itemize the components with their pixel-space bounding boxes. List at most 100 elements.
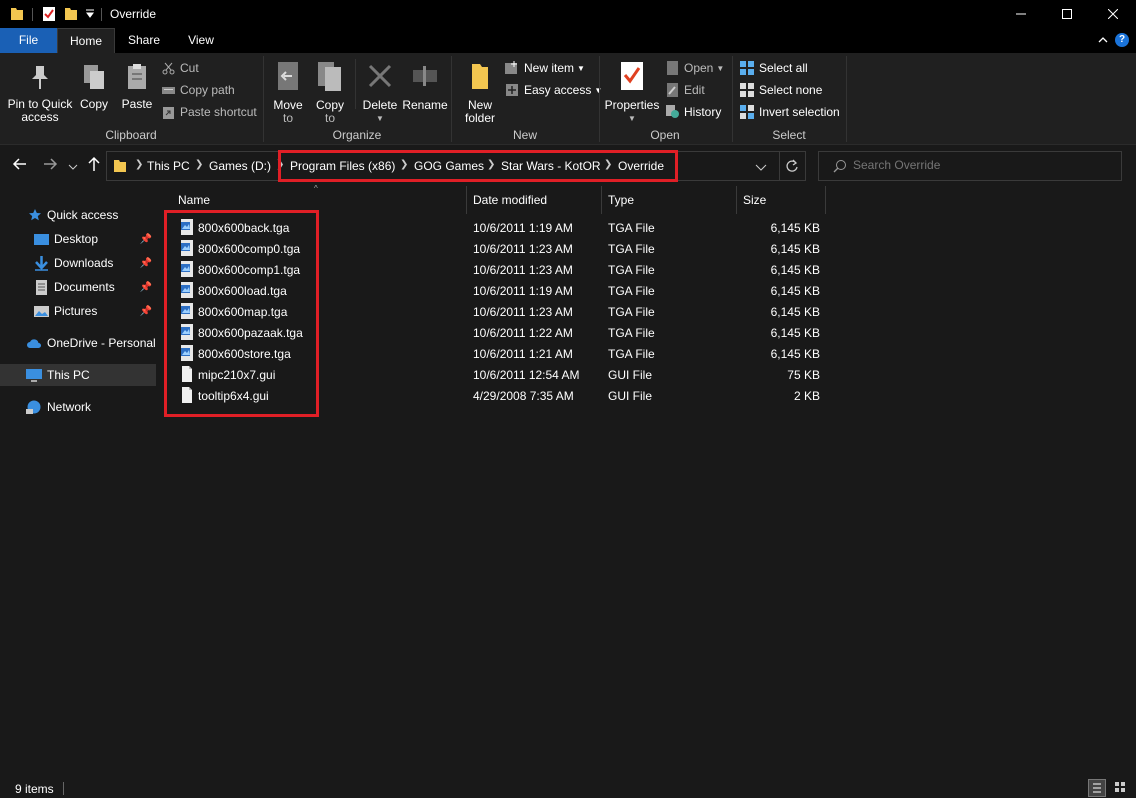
breadcrumb-games-drive[interactable]: Games (D:) xyxy=(209,159,271,173)
select-all-label: Select all xyxy=(759,61,808,75)
nav-documents-label: Documents xyxy=(54,280,115,294)
copy-path-icon xyxy=(162,86,175,94)
file-type: TGA File xyxy=(608,242,655,256)
properties-quick-icon[interactable] xyxy=(42,6,56,22)
easy-access-button[interactable]: Easy access▼ xyxy=(505,81,602,99)
nav-desktop[interactable]: Desktop 📌 xyxy=(0,228,156,250)
search-input[interactable] xyxy=(853,158,1103,172)
new-folder-button[interactable]: New folder xyxy=(459,62,501,125)
column-header-type[interactable]: Type xyxy=(602,186,736,214)
select-none-label: Select none xyxy=(759,83,823,97)
delete-dropdown-icon[interactable]: ▼ xyxy=(361,112,399,125)
pin-icon[interactable]: 📌 xyxy=(140,306,152,317)
pin-icon[interactable]: 📌 xyxy=(140,282,152,293)
maximize-button[interactable] xyxy=(1044,0,1090,28)
cut-label: Cut xyxy=(180,61,199,75)
chevron-down-icon xyxy=(755,164,767,171)
nav-desktop-label: Desktop xyxy=(54,232,99,246)
title-separator xyxy=(32,8,33,21)
file-size: 6,145 KB xyxy=(770,221,820,235)
new-group-label: New xyxy=(512,128,537,142)
file-date: 10/6/2011 1:23 AM xyxy=(473,263,573,277)
open-button[interactable]: Open ▼ xyxy=(666,59,724,77)
copy-to-button[interactable]: Copy to xyxy=(312,60,348,125)
paste-shortcut-icon xyxy=(163,106,174,119)
customize-toolbar-icon[interactable] xyxy=(85,9,95,19)
close-button[interactable] xyxy=(1090,0,1136,28)
invert-selection-button[interactable]: Invert selection xyxy=(740,103,840,121)
group-separator xyxy=(355,59,356,109)
file-size: 75 KB xyxy=(787,368,820,382)
new-folder-quick-icon[interactable] xyxy=(64,6,78,22)
minimize-button[interactable] xyxy=(998,0,1044,28)
move-to-button[interactable]: Move to xyxy=(270,60,306,125)
details-view-button[interactable] xyxy=(1088,779,1106,797)
history-icon xyxy=(666,105,679,118)
invert-selection-icon xyxy=(740,105,754,119)
file-type: TGA File xyxy=(608,347,655,361)
item-count: 9 items xyxy=(15,782,54,796)
open-icon xyxy=(667,61,678,75)
back-button[interactable] xyxy=(12,156,28,177)
status-bar: 9 items xyxy=(0,777,1136,798)
chevron-up-icon[interactable] xyxy=(1098,34,1108,48)
paste-shortcut-button[interactable]: Paste shortcut xyxy=(162,103,257,121)
nav-quick-access[interactable]: Quick access xyxy=(0,204,156,226)
file-date: 10/6/2011 1:22 AM xyxy=(473,326,573,340)
new-folder-label-2: folder xyxy=(464,111,496,125)
properties-button[interactable]: Properties ▼ xyxy=(604,60,660,125)
tab-home[interactable]: Home xyxy=(57,28,115,53)
pin-icon[interactable]: 📌 xyxy=(140,234,152,245)
column-header-size[interactable]: Size xyxy=(737,186,825,214)
select-group-label: Select xyxy=(772,128,806,142)
breadcrumb-this-pc[interactable]: This PC xyxy=(147,159,190,173)
nav-this-pc[interactable]: This PC xyxy=(0,364,156,386)
refresh-button[interactable] xyxy=(785,159,799,176)
delete-button[interactable]: Delete ▼ xyxy=(361,60,399,125)
breadcrumb-chevron-icon[interactable]: ❯ xyxy=(195,159,203,170)
file-size: 6,145 KB xyxy=(770,305,820,319)
breadcrumb-chevron-icon[interactable]: ❯ xyxy=(135,159,143,170)
history-button[interactable]: History xyxy=(666,103,721,121)
copy-button[interactable]: Copy xyxy=(77,63,111,111)
select-all-button[interactable]: Select all xyxy=(740,59,808,77)
copy-icon xyxy=(84,65,104,89)
tab-view[interactable]: View xyxy=(173,28,229,53)
forward-button[interactable] xyxy=(42,156,58,177)
nav-documents[interactable]: Documents 📌 xyxy=(0,276,156,298)
new-item-button[interactable]: New item ▼ xyxy=(505,59,585,77)
file-size: 6,145 KB xyxy=(770,347,820,361)
column-separator[interactable] xyxy=(825,186,826,214)
new-folder-icon xyxy=(472,64,488,89)
pin-icon[interactable]: 📌 xyxy=(140,258,152,269)
file-size: 6,145 KB xyxy=(770,263,820,277)
file-date: 10/6/2011 1:19 AM xyxy=(473,221,573,235)
help-icon[interactable]: ? xyxy=(1115,33,1129,47)
edit-button[interactable]: Edit xyxy=(666,81,705,99)
large-icons-view-button[interactable] xyxy=(1112,779,1130,797)
tab-share[interactable]: Share xyxy=(115,28,173,53)
nav-pictures[interactable]: Pictures 📌 xyxy=(0,300,156,322)
nav-network[interactable]: Network xyxy=(0,396,156,418)
tab-file[interactable]: File xyxy=(0,28,57,53)
copy-to-icon xyxy=(318,62,341,91)
pin-to-quick-access-button[interactable]: Pin to Quick access xyxy=(6,63,74,124)
recent-locations-button[interactable] xyxy=(68,159,78,177)
select-none-button[interactable]: Select none xyxy=(740,81,822,99)
file-size: 2 KB xyxy=(793,389,820,403)
paste-button[interactable]: Paste xyxy=(119,63,155,111)
properties-dropdown-icon[interactable]: ▼ xyxy=(604,112,660,125)
up-button[interactable] xyxy=(86,156,102,177)
file-type: GUI File xyxy=(608,368,653,382)
cut-button[interactable]: Cut xyxy=(162,59,199,77)
nav-downloads[interactable]: Downloads 📌 xyxy=(0,252,156,274)
scissors-icon xyxy=(162,62,175,74)
file-size: 6,145 KB xyxy=(770,284,820,298)
rename-button[interactable]: Rename xyxy=(402,60,448,112)
column-header-date[interactable]: Date modified xyxy=(467,186,601,214)
search-box[interactable] xyxy=(818,151,1122,181)
search-icon xyxy=(833,160,846,173)
copy-path-button[interactable]: Copy path xyxy=(162,81,235,99)
address-dropdown-button[interactable] xyxy=(755,162,767,176)
nav-onedrive[interactable]: OneDrive - Personal xyxy=(0,332,156,354)
